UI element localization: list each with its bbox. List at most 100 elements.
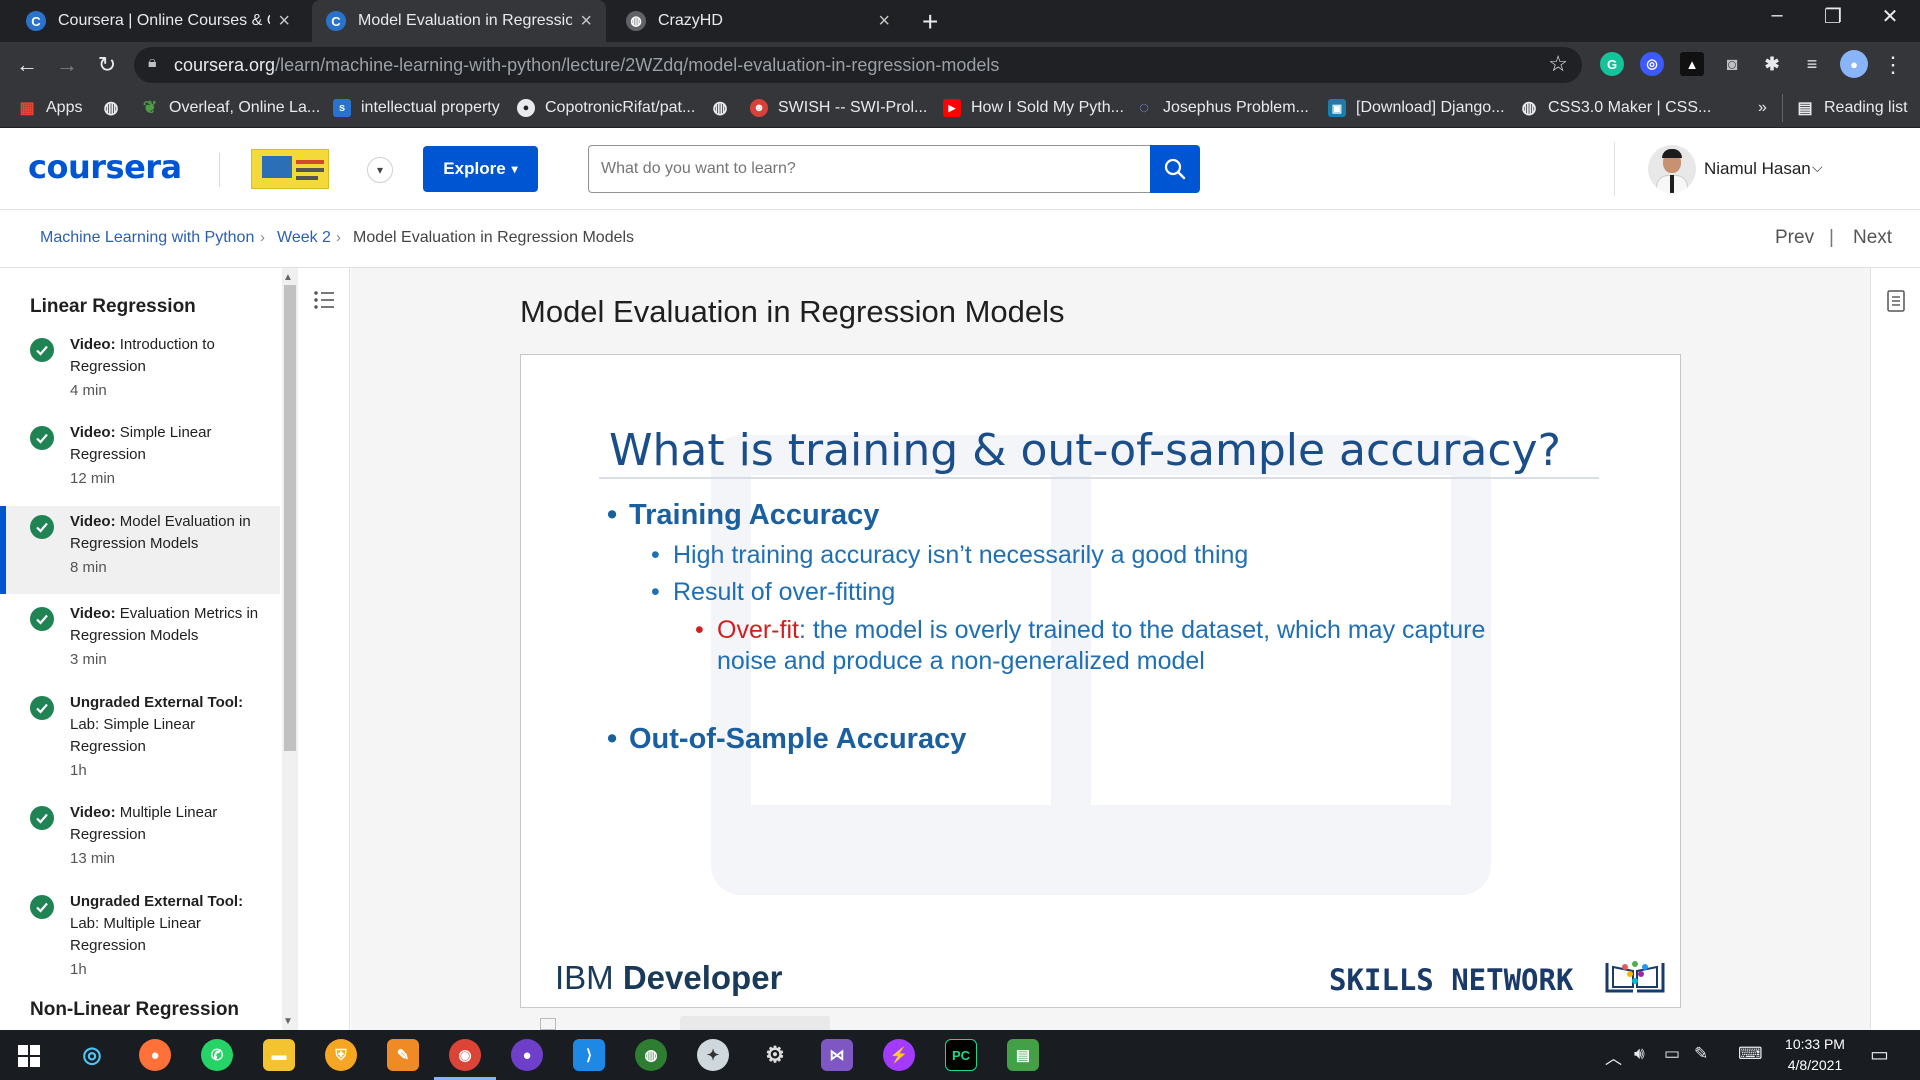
notes-column	[1870, 268, 1920, 1030]
list-item[interactable]: Ungraded External Tool: Lab: Multiple Li…	[0, 891, 280, 991]
list-item[interactable]: Ungraded External Tool: Lab: Simple Line…	[0, 692, 280, 792]
chevron-down-icon[interactable]: ⌵	[1812, 159, 1823, 176]
notepad-icon[interactable]: ▤	[1007, 1039, 1039, 1071]
reading-list-button[interactable]: ▤ Reading list	[1796, 96, 1907, 120]
bookmark-css3-maker[interactable]: ◍ CSS3.0 Maker | CSS...	[1520, 96, 1712, 120]
skills-network-book-icon	[1605, 961, 1665, 993]
breadcrumb-week[interactable]: Week 2	[277, 229, 331, 247]
overleaf-icon: ❦	[142, 98, 158, 117]
app-icon[interactable]: ⚙	[759, 1039, 791, 1071]
vpn-icon[interactable]: ⛨	[325, 1039, 357, 1071]
chevron-up-icon[interactable]: ︿	[1605, 1044, 1622, 1069]
bookmark-github[interactable]: ● CopotronicRifat/pat...	[517, 96, 695, 120]
user-name[interactable]: Niamul Hasan	[1704, 159, 1811, 179]
prev-button[interactable]: Prev	[1775, 227, 1814, 249]
volume-icon[interactable]: 🔊︎	[1634, 1044, 1645, 1064]
app-icon[interactable]: ✦	[697, 1039, 729, 1071]
windows-start-icon[interactable]	[18, 1045, 40, 1067]
item-text: Video: Evaluation Metrics in Regression …	[70, 605, 259, 668]
bookmark-josephus[interactable]: ◌ Josephus Problem...	[1135, 96, 1309, 120]
messenger-icon[interactable]: ⚡	[883, 1039, 915, 1071]
scroll-down-icon[interactable]: ▼	[283, 1016, 293, 1027]
bookmark-django[interactable]: ▣ [Download] Django...	[1328, 96, 1505, 120]
explore-button[interactable]: Explore ▾	[423, 146, 538, 192]
tab-crazyhd[interactable]: ◍ CrazyHD ×	[612, 0, 904, 42]
item-text: Video: Introduction to Regression 4 min	[70, 336, 215, 399]
list-item[interactable]: Video: Evaluation Metrics in Regression …	[0, 603, 280, 683]
pen-icon[interactable]: ✎	[1694, 1044, 1708, 1064]
system-clock[interactable]: 10:33 PM 4/8/2021	[1770, 1034, 1860, 1076]
bookmark-globe[interactable]: ◍	[102, 96, 130, 120]
bookmarks-overflow-button[interactable]: »	[1758, 96, 1767, 120]
notifications-icon[interactable]: ▭	[1870, 1042, 1889, 1067]
tab-model-evaluation[interactable]: C Model Evaluation in Regression Models …	[312, 0, 606, 42]
partner-logo[interactable]	[251, 149, 329, 189]
profile-avatar-icon[interactable]: ●	[1840, 50, 1868, 78]
course-outline-sidebar: Linear Regression Video: Introduction to…	[0, 268, 282, 1030]
check-complete-icon	[30, 426, 54, 450]
maximize-button[interactable]: ❐	[1818, 4, 1848, 29]
close-window-button[interactable]: ✕	[1875, 4, 1905, 29]
section-heading: Non-Linear Regression	[30, 999, 240, 1020]
address-bar[interactable]: 🔒︎ coursera.org/learn/machine-learning-w…	[134, 47, 1582, 83]
sidebar-scrollbar-thumb[interactable]	[284, 285, 296, 751]
search-button[interactable]	[1150, 145, 1200, 193]
scroll-up-icon[interactable]: ▲	[283, 272, 293, 283]
extensions-puzzle-icon[interactable]: ✱	[1760, 52, 1784, 76]
close-tab-icon[interactable]: ×	[580, 10, 592, 33]
new-tab-button[interactable]: +	[922, 6, 938, 38]
avatar[interactable]	[1648, 145, 1696, 193]
pycharm-icon[interactable]: PC	[945, 1039, 977, 1071]
tab-coursera-home[interactable]: C Coursera | Online Courses & Credential…	[12, 0, 304, 42]
back-arrow-icon[interactable]: ←	[12, 50, 42, 80]
bookmark-globe[interactable]: ◍	[711, 96, 739, 120]
minimize-button[interactable]: –	[1762, 4, 1792, 27]
search-icon[interactable]: ◎	[76, 1039, 108, 1071]
network-icon[interactable]: ▭	[1664, 1044, 1680, 1064]
check-complete-icon	[30, 515, 54, 539]
bookmark-youtube[interactable]: ▶ How I Sold My Pyth...	[943, 96, 1124, 120]
coursera-logo[interactable]: coursera	[28, 148, 182, 186]
close-tab-icon[interactable]: ×	[878, 10, 890, 33]
firefox-icon[interactable]: ●	[139, 1039, 171, 1071]
bookmark-intellectual-property[interactable]: s intellectual property	[333, 96, 500, 120]
notes-icon[interactable]	[1887, 290, 1905, 312]
vscode-icon[interactable]: ⟩	[573, 1039, 605, 1071]
visual-studio-icon[interactable]: ⋈	[821, 1039, 853, 1071]
forward-arrow-icon[interactable]: →	[52, 50, 82, 80]
breadcrumb-course[interactable]: Machine Learning with Python	[40, 229, 254, 247]
list-toc-icon[interactable]	[312, 288, 336, 312]
keyboard-icon[interactable]: ⌨	[1738, 1044, 1763, 1064]
chevron-down-icon[interactable]: ▾	[367, 157, 393, 183]
item-text: Video: Multiple Linear Regression 13 min	[70, 804, 218, 867]
bookmark-apps[interactable]: ▦ Apps	[18, 96, 82, 120]
reload-icon[interactable]: ↻	[92, 50, 122, 80]
globe-favicon-icon: ◍	[626, 11, 646, 31]
breadcrumb: Machine Learning with Python › Week 2 › …	[0, 210, 1920, 268]
list-item[interactable]: Video: Multiple Linear Regression 13 min	[0, 802, 280, 882]
video-player[interactable]: What is training & out-of-sample accurac…	[520, 354, 1681, 1008]
search-input[interactable]	[588, 145, 1150, 193]
chrome-icon[interactable]: ◉	[449, 1039, 481, 1071]
bookmark-star-icon[interactable]: ☆	[1548, 51, 1568, 77]
app-icon[interactable]: ✎	[387, 1039, 419, 1071]
whatsapp-icon[interactable]: ✆	[201, 1039, 233, 1071]
list-item-active[interactable]: Video: Model Evaluation in Regression Mo…	[0, 506, 280, 594]
camera-extension-icon[interactable]: ◙	[1720, 52, 1744, 76]
close-tab-icon[interactable]: ×	[278, 10, 290, 33]
globe-app-icon[interactable]: ◍	[635, 1039, 667, 1071]
transcript-controls[interactable]	[540, 1016, 830, 1030]
extension-icon[interactable]: ▲	[1680, 52, 1704, 76]
bookmark-overleaf[interactable]: ❦ Overleaf, Online La...	[141, 96, 320, 120]
next-button[interactable]: Next	[1853, 227, 1892, 249]
list-item[interactable]: Video: Simple Linear Regression 12 min	[0, 422, 280, 502]
github-desktop-icon[interactable]: ●	[511, 1039, 543, 1071]
media-control-icon[interactable]: ≡	[1800, 52, 1824, 76]
bookmark-label: [Download] Django...	[1356, 99, 1505, 116]
grammarly-extension-icon[interactable]: G	[1600, 52, 1624, 76]
bookmark-swish[interactable]: ☻ SWISH -- SWI-Prol...	[750, 96, 927, 120]
extension-icon[interactable]: ◎	[1640, 52, 1664, 76]
file-explorer-icon[interactable]: ▬	[263, 1039, 295, 1071]
menu-kebab-icon[interactable]: ⋮	[1878, 50, 1908, 80]
list-item[interactable]: Video: Introduction to Regression 4 min	[0, 334, 280, 414]
